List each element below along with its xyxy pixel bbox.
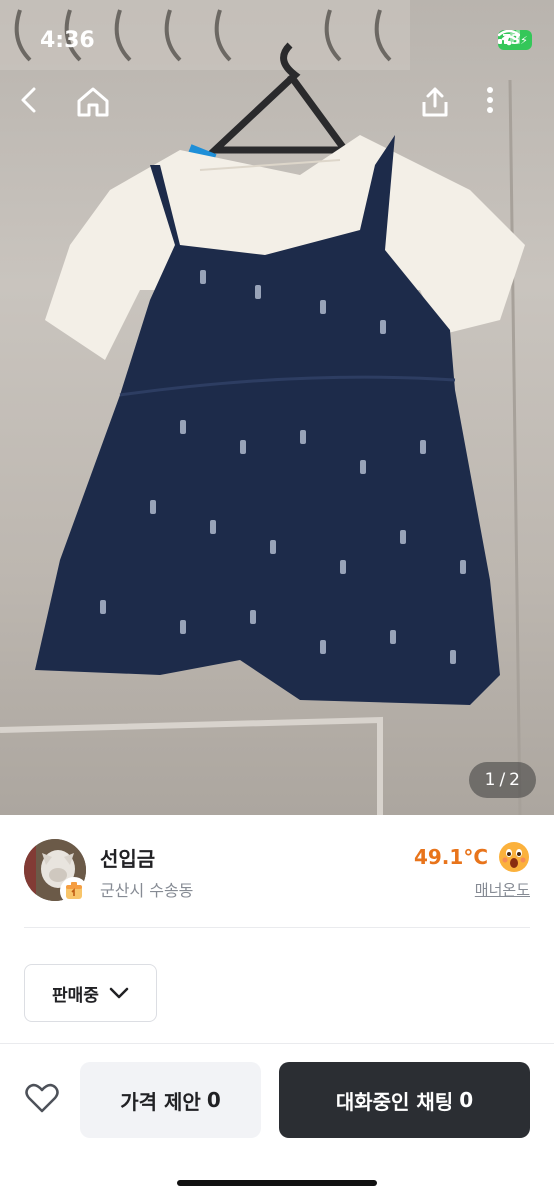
charging-icon: ⚡ [520, 33, 528, 47]
price-offer-button[interactable]: 가격 제안 0 [80, 1062, 261, 1138]
active-chats-label: 대화중인 채팅 [335, 1089, 454, 1114]
status-bar: 4:36 73 ⚡ [0, 0, 554, 80]
seller-badge [60, 877, 88, 905]
sale-status-value: 판매중 [52, 985, 99, 1006]
active-chats-count: 0 [459, 1088, 474, 1112]
home-icon [77, 87, 109, 117]
product-photo[interactable]: 4:36 73 ⚡ 1 / 2 [0, 0, 554, 815]
seller-profile[interactable]: 선입금 군산시 수송동 49.1°C 매너온도 [0, 815, 554, 927]
share-icon [422, 87, 448, 117]
photo-total-pages: 2 [509, 770, 520, 790]
section-divider [24, 927, 530, 928]
sale-status-dropdown[interactable]: 판매중 [24, 964, 157, 1022]
photo-page-separator: / [499, 770, 506, 790]
manner-temperature-link[interactable]: 매너온도 [475, 879, 530, 900]
more-button[interactable] [486, 86, 530, 130]
active-chats-button[interactable]: 대화중인 채팅 0 [279, 1062, 530, 1138]
chevron-down-icon [109, 987, 129, 999]
home-button[interactable] [76, 86, 120, 130]
status-icons: 73 ⚡ [498, 30, 532, 50]
price-offer-count: 0 [206, 1088, 221, 1112]
wifi-icon [498, 30, 520, 46]
seller-name: 선입금 [100, 847, 156, 871]
home-indicator [177, 1180, 377, 1186]
more-vertical-icon [487, 87, 493, 113]
photo-current-page: 1 [484, 770, 496, 790]
price-offer-label: 가격 제안 [120, 1089, 201, 1114]
heart-icon [25, 1083, 59, 1113]
manner-face-icon [499, 842, 529, 872]
bottom-action-bar: 가격 제안 0 대화중인 채팅 0 [0, 1043, 554, 1200]
back-arrow-icon [21, 87, 36, 113]
manner-temperature: 49.1°C [413, 845, 488, 869]
status-time: 4:36 [40, 28, 95, 53]
back-button[interactable] [18, 86, 62, 130]
photo-page-indicator: 1 / 2 [468, 762, 536, 798]
share-button[interactable] [420, 86, 464, 130]
seller-location: 군산시 수송동 [100, 881, 194, 900]
like-button[interactable] [20, 1076, 64, 1120]
seller-badge-icon [66, 882, 82, 899]
